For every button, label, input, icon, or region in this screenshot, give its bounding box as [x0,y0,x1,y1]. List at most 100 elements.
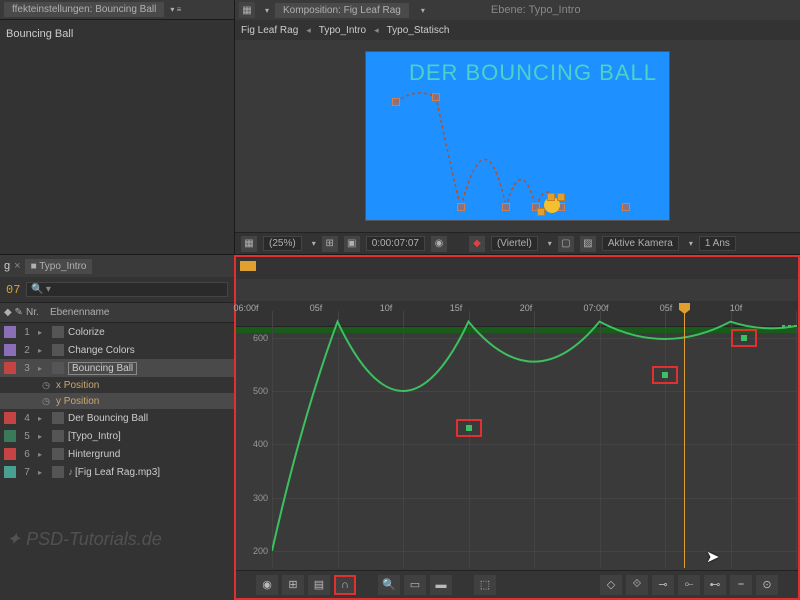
comp-header-tab[interactable]: Komposition: Fig Leaf Rag [275,3,409,18]
fit-all-icon[interactable]: ▬ [430,575,452,595]
layer-color-label[interactable] [4,412,16,424]
mask-icon[interactable]: ▣ [344,236,360,252]
layer-name[interactable]: [Typo_Intro] [68,431,121,442]
graph-editor[interactable]: 06:00f05f10f15f20f07:00f05f10f15f 200300… [234,255,800,600]
effects-content: Bouncing Ball [0,20,234,254]
convert-icon[interactable]: ⟐ [626,575,648,595]
stopwatch-icon[interactable]: ◷ [40,379,52,391]
snap-icon[interactable]: ∩ [334,575,356,595]
timeline-timecode[interactable]: 07 [6,283,20,297]
motion-path [366,52,666,202]
twirl-icon[interactable]: ▸ [38,328,48,337]
layer-color-label[interactable] [4,448,16,460]
value-curve[interactable] [272,311,800,551]
eye-icon[interactable]: ◉ [256,575,278,595]
show-graph-icon[interactable]: ▤ [308,575,330,595]
auto-bezier-icon[interactable]: ⊙ [756,575,778,595]
camera-dropdown[interactable]: Aktive Kamera [602,236,679,251]
graph-type-icon[interactable]: ⊞ [282,575,304,595]
zoom-icon[interactable]: 🔍 [378,575,400,595]
layer-name[interactable]: [Fig Leaf Rag.mp3] [68,467,160,478]
keyframe-handle[interactable] [502,203,510,211]
layer-row[interactable]: 2 ▸ Change Colors [0,341,234,359]
comp-panel-header: ▦ ▾ Komposition: Fig Leaf Rag ▾ Ebene: T… [235,0,800,20]
layer-row[interactable]: 1 ▸ Colorize [0,323,234,341]
channels-icon[interactable]: ◆ [469,236,485,252]
close-tab-icon[interactable]: × [14,260,20,272]
comp-canvas[interactable]: DER BOUNCING BALL [365,51,670,221]
layer-color-label[interactable] [4,466,16,478]
layer-row[interactable]: 4 ▸ Der Bouncing Ball [0,409,234,427]
current-time[interactable]: 0:00:07:07 [366,236,425,251]
keyframe-handle[interactable] [457,203,465,211]
layer-row[interactable]: 5 ▸ [Typo_Intro] [0,427,234,445]
ease-icon[interactable]: ⊸ [652,575,674,595]
views-dropdown[interactable]: 1 Ans [699,236,736,251]
work-area-start[interactable] [240,261,256,271]
keyframe-point[interactable] [466,425,472,431]
layer-name[interactable]: Change Colors [68,345,135,356]
twirl-icon[interactable]: ▸ [38,346,48,355]
graph-plot-area[interactable]: 200300400500600 [236,311,798,568]
twirl-icon[interactable]: ▸ [38,450,48,459]
panel-menu-icon[interactable]: ▾ ≡ [170,5,181,14]
property-name: y Position [56,396,99,407]
selected-handle[interactable] [557,193,565,201]
keyframe-handle[interactable] [622,203,630,211]
comp-icon: ▦ [239,2,255,18]
layer-name[interactable]: Bouncing Ball [68,362,137,375]
mouse-cursor-icon: ➤ [706,547,719,567]
snapshot-icon[interactable]: ◉ [431,236,447,252]
twirl-icon[interactable]: ▸ [38,432,48,441]
ease-in-icon[interactable]: ⟜ [678,575,700,595]
twirl-icon[interactable]: ▸ [38,414,48,423]
grid-icon[interactable]: ▦ [241,236,257,252]
breadcrumb-item[interactable]: Typo_Intro [319,25,366,36]
layer-color-label[interactable] [4,430,16,442]
layer-color-label[interactable] [4,362,16,374]
effects-panel-header[interactable]: ffekteinstellungen: Bouncing Ball ▾ ≡ [0,0,234,20]
layer-number: 5 [20,431,34,442]
timeline-tab[interactable]: ■ Typo_Intro [25,259,93,274]
layer-row[interactable]: 3 ▸ Bouncing Ball [0,359,234,377]
keyframe-point[interactable] [662,372,668,378]
selected-handle[interactable] [547,193,555,201]
layer-search-input[interactable]: 🔍▾ [26,282,228,297]
property-row[interactable]: ◷ x Position [0,377,234,393]
effects-tab[interactable]: ffekteinstellungen: Bouncing Ball [4,2,164,17]
twirl-icon[interactable]: ▸ [38,364,48,373]
layer-name[interactable]: Der Bouncing Ball [68,413,148,424]
comp-viewer[interactable]: DER BOUNCING BALL [235,40,800,232]
selected-handle[interactable] [537,208,545,216]
chevron-down-icon[interactable]: ▾ [265,6,269,15]
breadcrumb-item[interactable]: Fig Leaf Rag [241,25,298,36]
viewer-footer: ▦ (25%)▾ ⊞ ▣ 0:00:07:07 ◉ ◆ (Viertel)▾ ▢… [235,232,800,254]
keyframe-point[interactable] [741,335,747,341]
layer-type-icon [52,430,64,442]
twirl-icon[interactable]: ▸ [38,468,48,477]
current-time-indicator[interactable] [684,311,685,568]
chevron-down-icon[interactable]: ▾ [421,6,425,15]
safe-zones-icon[interactable]: ⊞ [322,236,338,252]
transparency-icon[interactable]: ▨ [580,236,596,252]
breadcrumb-item[interactable]: Typo_Statisch [387,25,450,36]
layer-name[interactable]: Hintergrund [68,449,120,460]
layer-number: 6 [20,449,34,460]
layer-row[interactable]: 7 ▸ [Fig Leaf Rag.mp3] [0,463,234,481]
ease-out-icon[interactable]: ⊷ [704,575,726,595]
separate-dimensions-icon[interactable]: ⬚ [474,575,496,595]
property-row[interactable]: ◷ y Position [0,393,234,409]
roi-icon[interactable]: ▢ [558,236,574,252]
keyframe-handle[interactable] [392,98,400,106]
edit-keyframe-icon[interactable]: ◇ [600,575,622,595]
linear-icon[interactable]: ⎯ [730,575,752,595]
fit-icon[interactable]: ▭ [404,575,426,595]
zoom-dropdown[interactable]: (25%) [263,236,302,251]
resolution-dropdown[interactable]: (Viertel) [491,236,538,251]
layer-color-label[interactable] [4,326,16,338]
layer-color-label[interactable] [4,344,16,356]
layer-name[interactable]: Colorize [68,327,105,338]
keyframe-handle[interactable] [432,93,440,101]
stopwatch-icon[interactable]: ◷ [40,395,52,407]
layer-row[interactable]: 6 ▸ Hintergrund [0,445,234,463]
